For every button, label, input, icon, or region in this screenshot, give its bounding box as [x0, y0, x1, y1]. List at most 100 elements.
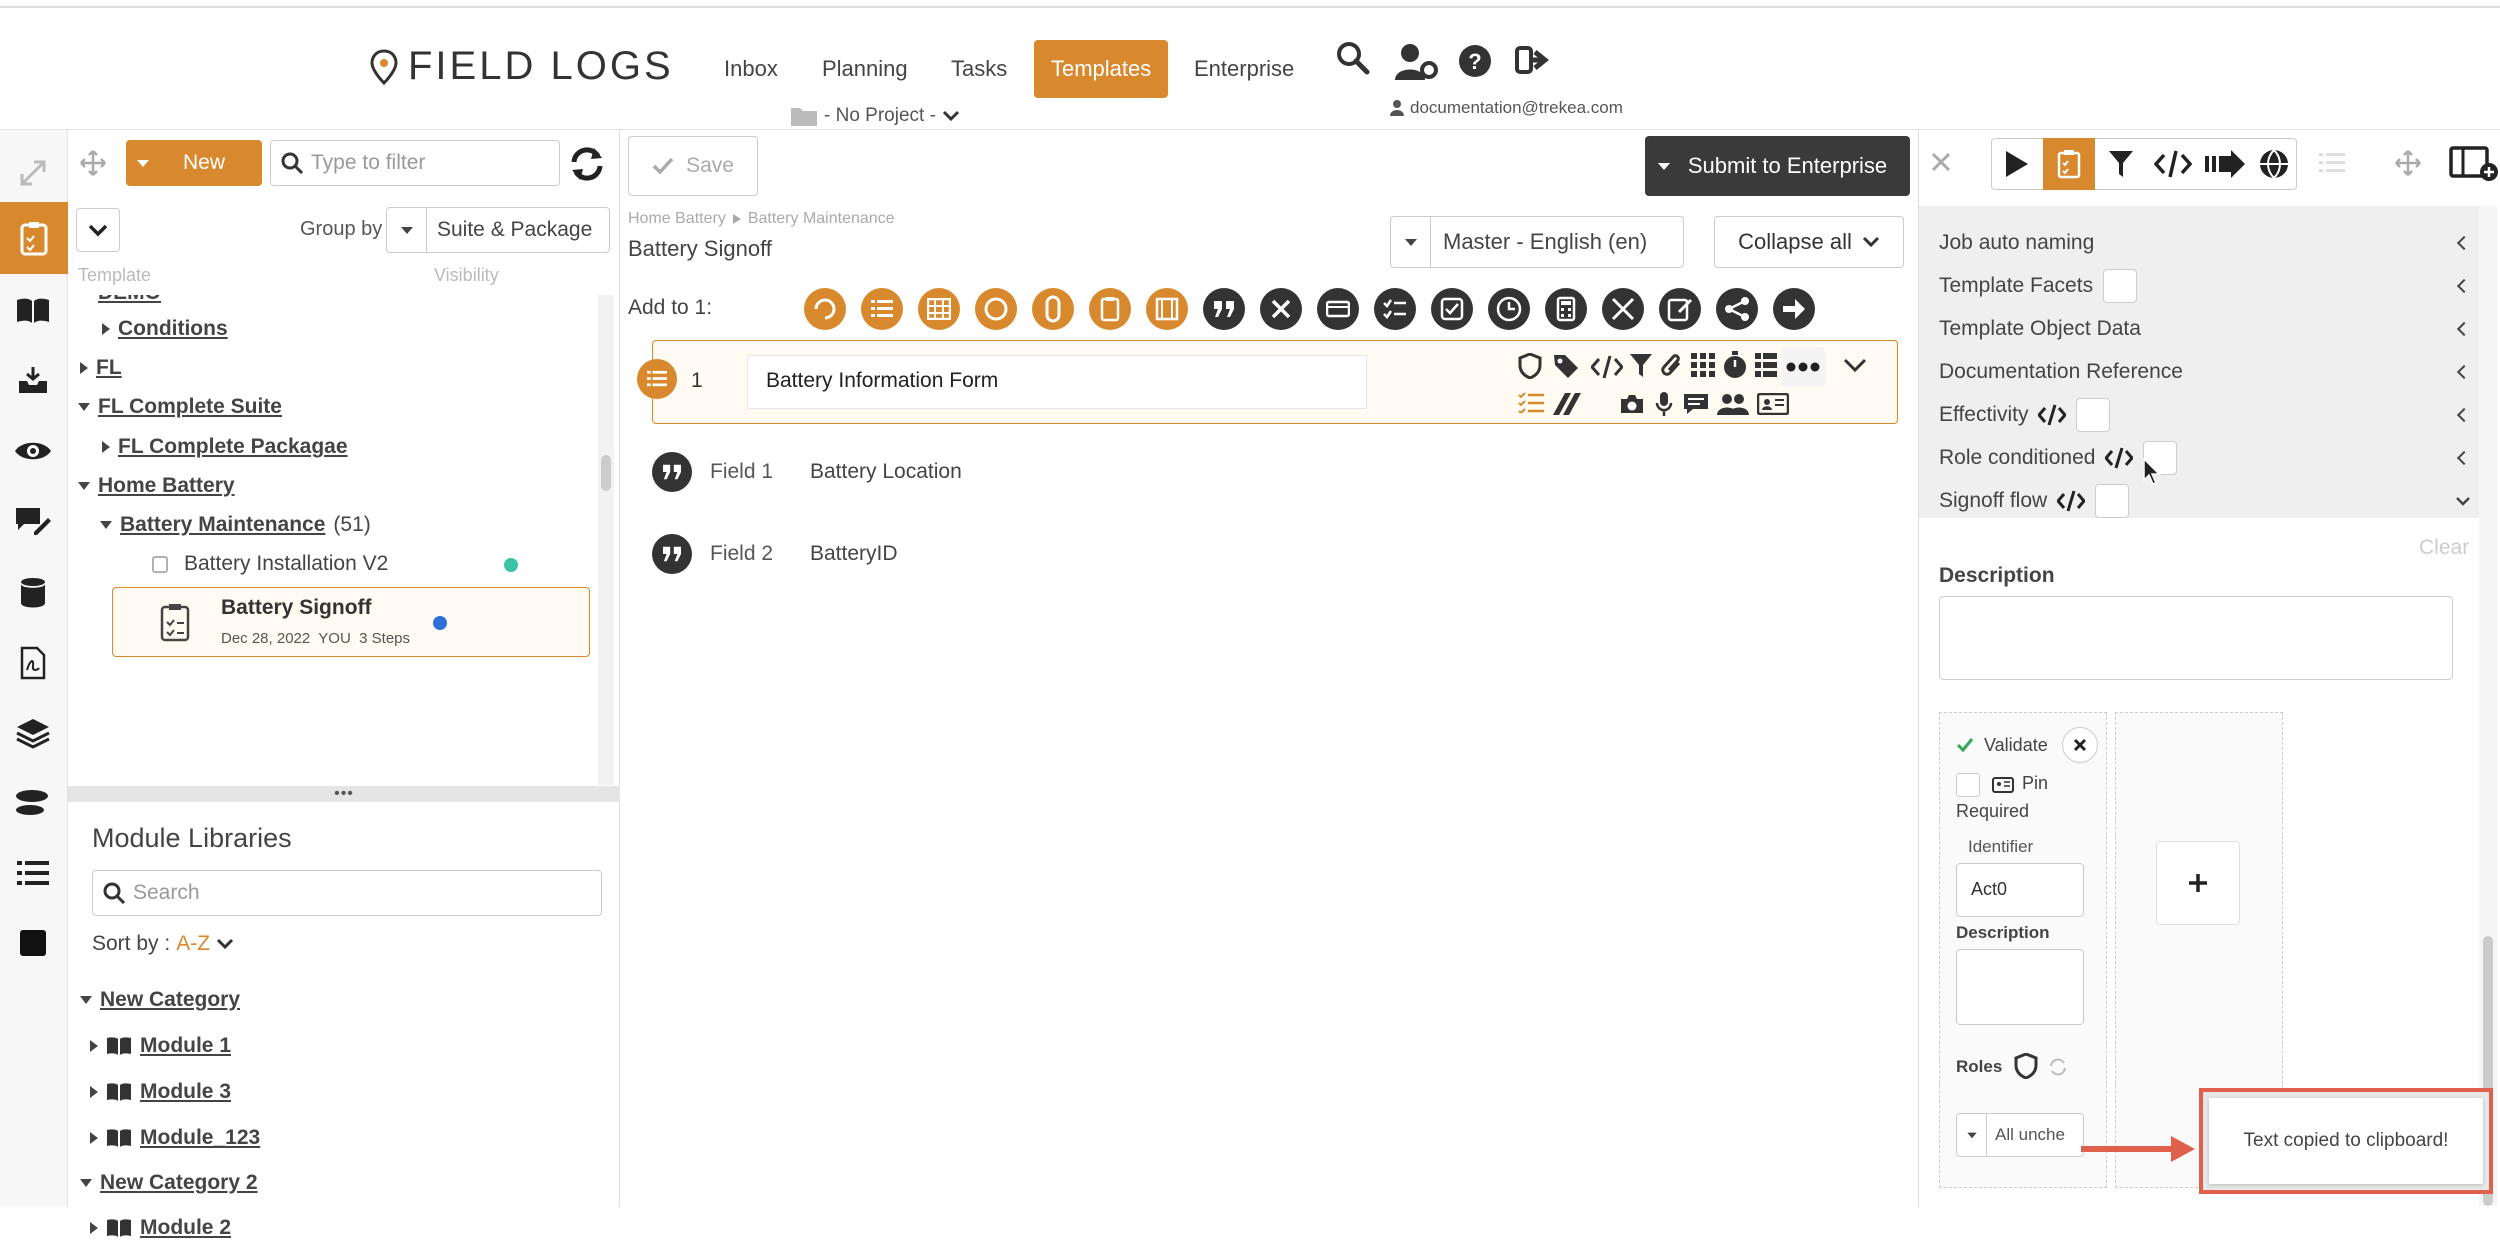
add-signature-icon[interactable] — [1659, 288, 1701, 330]
slash-shape-icon[interactable] — [1551, 391, 1581, 415]
clear-link[interactable]: Clear — [2419, 536, 2469, 560]
inbox-tray-icon[interactable] — [10, 357, 56, 403]
table-list-icon[interactable] — [1755, 353, 1777, 377]
help-icon[interactable]: ? — [1458, 44, 1498, 84]
stop-square-icon[interactable] — [10, 920, 56, 966]
prop-job-auto-naming[interactable]: Job auto naming — [1939, 226, 2472, 260]
add-list-icon[interactable] — [861, 288, 903, 330]
project-selector[interactable]: - No Project - — [790, 105, 960, 127]
roles-select[interactable]: All unche — [1956, 1113, 2084, 1157]
prop-template-facets[interactable]: Template Facets — [1939, 269, 2472, 303]
layers-icon[interactable] — [10, 710, 56, 756]
shield-icon[interactable] — [1518, 353, 1542, 379]
field-row[interactable]: Field 2 BatteryID — [652, 524, 1652, 584]
new-button[interactable]: New — [126, 140, 262, 186]
paperclip-icon[interactable] — [1661, 353, 1683, 379]
add-signoff-button[interactable] — [2156, 841, 2240, 925]
pin-required-checkbox[interactable] — [1956, 773, 1980, 797]
submit-to-enterprise-button[interactable]: Submit to Enterprise — [1645, 136, 1910, 196]
stopwatch-icon[interactable] — [1723, 351, 1747, 379]
collapse-dropdown-button[interactable] — [76, 208, 120, 252]
tree-item-battery-maintenance[interactable]: Battery Maintenance (51) — [100, 513, 371, 537]
breadcrumb-battery-maintenance[interactable]: Battery Maintenance — [748, 210, 895, 228]
add-table-icon[interactable] — [918, 288, 960, 330]
grid-icon[interactable] — [1691, 353, 1715, 377]
database-icon[interactable] — [10, 570, 56, 616]
facets-checkbox[interactable] — [2103, 269, 2138, 303]
tags-icon[interactable] — [1553, 353, 1583, 379]
module-item-3[interactable]: Module 3 — [90, 1080, 231, 1104]
tree-item-demo[interactable]: DEMO — [98, 295, 161, 305]
id-card-icon[interactable] — [1757, 393, 1789, 415]
module-sort[interactable]: Sort by : A-Z — [92, 932, 234, 956]
globe-icon[interactable] — [2251, 138, 2297, 190]
tree-item-fl[interactable]: FL — [80, 356, 122, 380]
add-checkbox-icon[interactable] — [1431, 288, 1473, 330]
search-icon[interactable] — [1335, 40, 1375, 80]
module-category-new-category-2[interactable]: New Category 2 — [80, 1171, 258, 1195]
add-calculator-icon[interactable] — [1545, 288, 1587, 330]
tree-item-battery-signoff[interactable]: Battery Signoff Dec 28, 2022 YOU 3 Steps — [112, 587, 590, 657]
add-film-icon[interactable] — [1146, 288, 1188, 330]
filter-icon[interactable] — [2095, 138, 2147, 190]
nav-inbox[interactable]: Inbox — [708, 40, 794, 98]
add-link-icon[interactable] — [1032, 288, 1074, 330]
refresh-icon[interactable] — [568, 146, 606, 182]
users-icon[interactable] — [1717, 393, 1749, 415]
effectivity-checkbox[interactable] — [2076, 398, 2111, 432]
list-icon[interactable] — [10, 850, 56, 896]
filter-icon[interactable] — [1629, 353, 1653, 379]
add-circle-icon[interactable] — [975, 288, 1017, 330]
camera-icon[interactable] — [1619, 393, 1645, 415]
shield-icon[interactable] — [2014, 1053, 2038, 1079]
panel-splitter[interactable]: ••• — [68, 786, 620, 802]
microphone-icon[interactable] — [1655, 391, 1673, 417]
flow-arrow-icon[interactable] — [2199, 138, 2251, 190]
book-icon[interactable] — [10, 287, 56, 333]
add-share-icon[interactable] — [1716, 288, 1758, 330]
move-icon[interactable] — [80, 150, 106, 176]
collapse-all-button[interactable]: Collapse all — [1714, 216, 1904, 268]
chevron-down-icon[interactable] — [1843, 357, 1867, 373]
nav-templates[interactable]: Templates — [1034, 40, 1169, 98]
tree-item-fl-complete-packagae[interactable]: FL Complete Packagae — [102, 435, 348, 459]
prop-documentation-reference[interactable]: Documentation Reference — [1939, 355, 2472, 389]
add-tools-icon[interactable] — [1602, 288, 1644, 330]
step-description-textarea[interactable] — [1956, 949, 2084, 1025]
eye-icon[interactable] — [10, 428, 56, 474]
language-select[interactable]: Master - English (en) — [1390, 216, 1684, 268]
module-item-2[interactable]: Module 2 — [90, 1216, 231, 1240]
step-row[interactable]: 1 Battery Information Form — [637, 340, 1898, 424]
group-by-select[interactable]: Suite & Package — [386, 207, 610, 253]
more-options-icon[interactable] — [1781, 347, 1825, 387]
checklist-orange-icon[interactable] — [1518, 391, 1544, 413]
properties-scrollbar[interactable] — [2479, 206, 2497, 1206]
add-wallet-icon[interactable] — [1317, 288, 1359, 330]
logout-icon[interactable] — [1515, 44, 1555, 84]
prop-role-conditioned[interactable]: Role conditioned — [1939, 441, 2472, 475]
nav-tasks[interactable]: Tasks — [935, 40, 1023, 98]
tree-item-conditions[interactable]: Conditions — [102, 317, 228, 341]
save-button[interactable]: Save — [628, 136, 758, 196]
prop-template-object-data[interactable]: Template Object Data — [1939, 312, 2472, 346]
template-filter-input[interactable]: Type to filter — [270, 140, 560, 186]
comments-edit-icon[interactable] — [10, 498, 56, 544]
module-item-123[interactable]: Module_123 — [90, 1126, 260, 1150]
prop-effectivity[interactable]: Effectivity — [1939, 398, 2472, 432]
identifier-input[interactable]: Act0 — [1956, 863, 2084, 917]
module-category-new-category[interactable]: New Category — [80, 988, 240, 1012]
close-icon[interactable] — [1931, 152, 1951, 172]
module-search-input[interactable]: Search — [92, 870, 602, 916]
tree-item-battery-installation-v2[interactable]: Battery Installation V2 — [152, 552, 518, 576]
module-item-1[interactable]: Module 1 — [90, 1034, 231, 1058]
app-logo[interactable]: FIELD LOGS — [370, 44, 674, 89]
close-icon[interactable] — [2062, 727, 2098, 763]
clipboard-active-icon[interactable] — [2043, 138, 2095, 190]
prop-signoff-flow[interactable]: Signoff flow — [1939, 484, 2470, 518]
step-title-input[interactable]: Battery Information Form — [747, 355, 1367, 409]
add-checklist-icon[interactable] — [1374, 288, 1416, 330]
user-settings-icon[interactable] — [1395, 42, 1438, 82]
move-icon[interactable] — [2395, 150, 2421, 176]
code-icon[interactable] — [1591, 355, 1623, 379]
pdf-file-icon[interactable] — [10, 640, 56, 686]
